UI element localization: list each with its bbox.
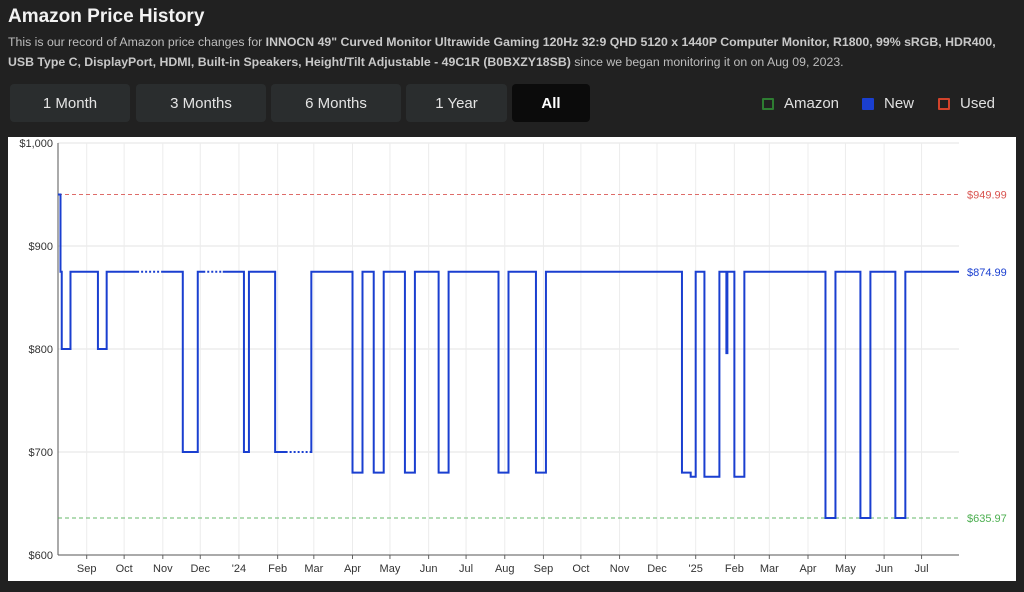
x-tick-label: Jul xyxy=(915,563,929,575)
y-tick-label: $1,000 xyxy=(19,138,53,150)
x-tick-label: Sep xyxy=(77,563,97,575)
x-tick-label: Jul xyxy=(459,563,473,575)
legend-used-label: Used xyxy=(960,95,996,112)
x-tick-label: Oct xyxy=(572,563,589,575)
x-tick-label: Mar xyxy=(760,563,779,575)
description-prefix: This is our record of Amazon price chang… xyxy=(8,35,266,49)
description-suffix: since we began monitoring it on on Aug 0… xyxy=(570,54,844,69)
x-tick-label: Feb xyxy=(268,563,287,575)
page-title: Amazon Price History xyxy=(8,6,205,27)
y-tick-label: $600 xyxy=(29,550,53,562)
x-tick-label: Oct xyxy=(116,563,133,575)
x-tick-label: '24 xyxy=(232,563,246,575)
legend-amazon-label: Amazon xyxy=(784,95,840,112)
x-tick-label: Apr xyxy=(344,563,361,575)
series-new-line xyxy=(58,193,959,519)
legend-used[interactable]: Used xyxy=(938,95,995,112)
range-all-button[interactable]: All xyxy=(512,84,590,122)
reference-label: $635.97 xyxy=(967,513,1007,525)
range-6-months-button[interactable]: 6 Months xyxy=(271,84,401,122)
x-tick-label: May xyxy=(380,563,401,575)
reference-label: $949.99 xyxy=(967,190,1007,202)
x-tick-label: Jun xyxy=(420,563,438,575)
x-tick-label: Dec xyxy=(647,563,667,575)
legend-new-swatch xyxy=(862,97,874,110)
price-chart-svg: $600 $700 $800 $900 $1,000 Sep Oct Nov Dec '24 Feb… xyxy=(19,138,1007,575)
x-tick-label: Mar xyxy=(304,563,323,575)
x-tick-label: Nov xyxy=(153,563,173,575)
legend-used-swatch xyxy=(938,97,950,110)
price-history-chart: $600 $700 $800 $900 $1,000 Sep Oct Nov Dec '24 Feb… xyxy=(8,137,1016,581)
x-tick-label: Dec xyxy=(190,563,210,575)
product-description: This is our record of Amazon price chang… xyxy=(8,33,1013,72)
reference-label: $874.99 xyxy=(967,267,1007,279)
legend-amazon[interactable]: Amazon xyxy=(762,95,839,112)
y-tick-label: $900 xyxy=(29,241,53,253)
x-tick-label: Sep xyxy=(534,563,554,575)
legend-new-label: New xyxy=(884,95,915,112)
y-tick-label: $700 xyxy=(29,447,53,459)
x-tick-label: Feb xyxy=(725,563,744,575)
legend-new[interactable]: New xyxy=(862,95,914,112)
x-tick-label: '25 xyxy=(689,563,703,575)
legend-amazon-swatch xyxy=(762,97,774,110)
x-tick-label: Nov xyxy=(610,563,630,575)
range-1-month-button[interactable]: 1 Month xyxy=(10,84,130,122)
y-tick-label: $800 xyxy=(29,344,53,356)
x-tick-label: Jun xyxy=(875,563,893,575)
range-3-months-button[interactable]: 3 Months xyxy=(136,84,266,122)
x-tick-label: May xyxy=(835,563,856,575)
x-tick-label: Aug xyxy=(495,563,515,575)
range-1-year-button[interactable]: 1 Year xyxy=(406,84,507,122)
x-tick-label: Apr xyxy=(799,563,816,575)
